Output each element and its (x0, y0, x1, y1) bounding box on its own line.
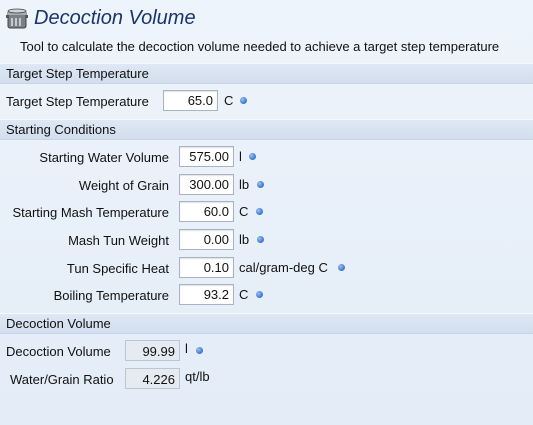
unit-indicator-icon[interactable] (256, 208, 263, 215)
water-grain-ratio-unit: qt/lb (185, 369, 210, 384)
boiling-temp-label: Boiling Temperature (53, 288, 169, 303)
weight-of-grain-label: Weight of Grain (78, 178, 169, 193)
mash-tun-weight-label: Mash Tun Weight (68, 233, 169, 248)
target-step-temp-input[interactable]: 65.0 (163, 90, 218, 111)
unit-indicator-icon[interactable] (257, 236, 264, 243)
boiling-temp-unit: C (239, 287, 249, 302)
target-step-temp-row: Target Step Temperature 65.0 C (0, 90, 533, 112)
water-grain-ratio-label: Water/Grain Ratio (10, 372, 114, 387)
title-bar: Decoction Volume (6, 4, 196, 32)
section-header-decoction: Decoction Volume (0, 313, 533, 334)
tun-specific-heat-row: Tun Specific Heat 0.10 cal/gram-deg C (0, 257, 533, 279)
starting-water-volume-row: Starting Water Volume 575.00 l (0, 146, 533, 168)
decoction-volume-row: Decoction Volume 99.99 l (0, 340, 533, 362)
tun-specific-heat-input[interactable]: 0.10 (179, 257, 234, 278)
starting-mash-temp-unit: C (239, 204, 249, 219)
starting-mash-temp-input[interactable]: 60.0 (179, 201, 234, 222)
section-header-target: Target Step Temperature (0, 63, 533, 84)
starting-mash-temp-label: Starting Mash Temperature (12, 205, 169, 220)
page-subtitle: Tool to calculate the decoction volume n… (20, 39, 500, 54)
section-header-starting: Starting Conditions (0, 119, 533, 140)
weight-of-grain-input[interactable]: 300.00 (179, 174, 234, 195)
starting-mash-temp-row: Starting Mash Temperature 60.0 C (0, 201, 533, 223)
unit-indicator-icon[interactable] (257, 181, 264, 188)
unit-indicator-icon[interactable] (240, 97, 247, 104)
decoction-volume-label: Decoction Volume (6, 344, 111, 359)
decoction-volume-unit: l (185, 341, 188, 356)
unit-indicator-icon[interactable] (196, 347, 203, 354)
weight-of-grain-unit: lb (239, 177, 250, 192)
page-title: Decoction Volume (34, 6, 196, 29)
boiling-temp-row: Boiling Temperature 93.2 C (0, 284, 533, 306)
decoction-volume-output: 99.99 (125, 340, 180, 361)
target-step-temp-label: Target Step Temperature (6, 94, 149, 109)
mash-tun-weight-unit: lb (239, 232, 250, 247)
water-grain-ratio-row: Water/Grain Ratio 4.226 qt/lb (0, 368, 533, 390)
mash-tun-weight-input[interactable]: 0.00 (179, 229, 234, 250)
tun-specific-heat-label: Tun Specific Heat (66, 261, 169, 276)
tun-specific-heat-unit: cal/gram-deg C (239, 260, 328, 275)
mash-tun-weight-row: Mash Tun Weight 0.00 lb (0, 229, 533, 251)
water-grain-ratio-output: 4.226 (125, 368, 180, 389)
target-step-temp-unit: C (224, 93, 234, 108)
unit-indicator-icon[interactable] (256, 291, 263, 298)
cooking-pot-icon (6, 6, 28, 30)
unit-indicator-icon[interactable] (249, 153, 256, 160)
boiling-temp-input[interactable]: 93.2 (179, 284, 234, 305)
weight-of-grain-row: Weight of Grain 300.00 lb (0, 174, 533, 196)
starting-water-volume-label: Starting Water Volume (39, 150, 169, 165)
starting-water-volume-unit: l (239, 149, 242, 164)
unit-indicator-icon[interactable] (338, 264, 345, 271)
starting-water-volume-input[interactable]: 575.00 (179, 146, 234, 167)
